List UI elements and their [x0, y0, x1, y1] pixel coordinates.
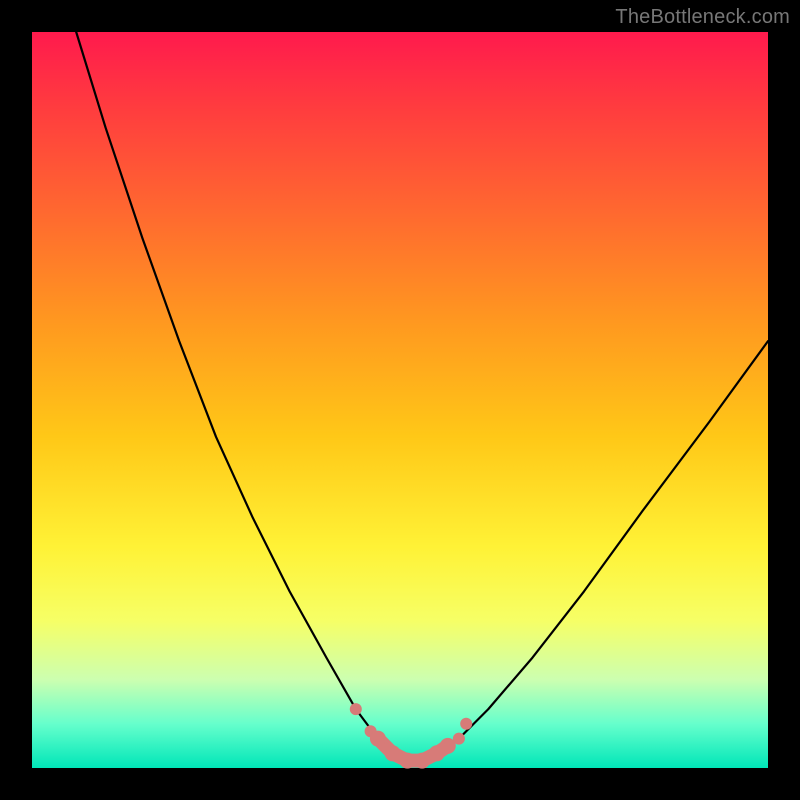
highlight-dot: [453, 733, 465, 745]
highlight-dot: [399, 753, 415, 769]
highlight-dots-group: [350, 703, 472, 769]
chart-frame: TheBottleneck.com: [0, 0, 800, 800]
plot-area: [32, 32, 768, 768]
highlight-dot: [385, 745, 401, 761]
highlight-dot: [460, 718, 472, 730]
bottleneck-curve-path: [76, 32, 768, 761]
watermark-text: TheBottleneck.com: [615, 6, 790, 29]
chart-svg: [32, 32, 768, 768]
highlight-dot: [370, 731, 386, 747]
highlight-dot: [350, 703, 362, 715]
highlight-dot: [414, 753, 430, 769]
